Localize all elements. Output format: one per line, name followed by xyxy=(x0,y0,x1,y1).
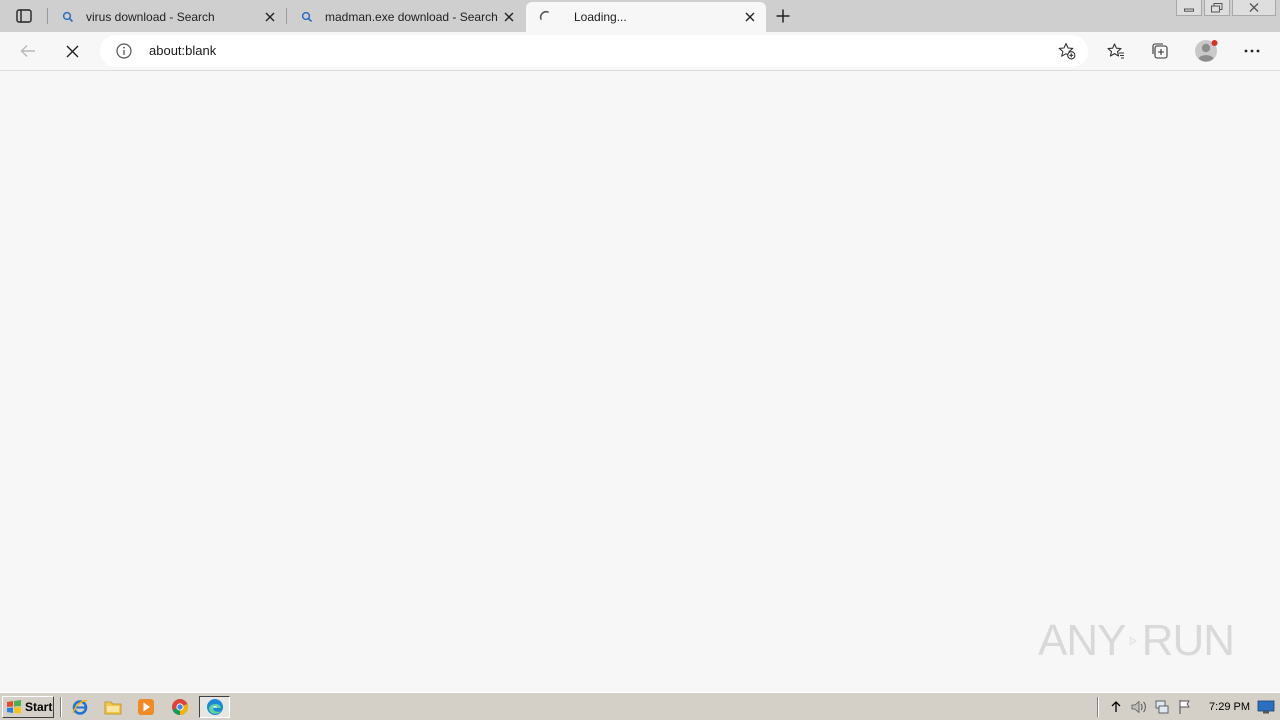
tab-actions-icon xyxy=(16,9,32,23)
system-tray: 7:29 PM xyxy=(1097,696,1250,718)
close-icon xyxy=(1249,3,1259,12)
tray-separator xyxy=(1097,697,1100,717)
tray-network[interactable] xyxy=(1152,698,1172,716)
tab-close-button[interactable] xyxy=(742,9,758,25)
play-logo-icon xyxy=(1130,636,1138,646)
avatar xyxy=(1195,40,1218,62)
close-window-button[interactable] xyxy=(1232,0,1276,16)
tray-action-center[interactable] xyxy=(1175,698,1195,716)
flag-icon xyxy=(1179,700,1190,714)
tab-virus-download[interactable]: virus download - Search xyxy=(48,2,286,32)
arrow-left-icon xyxy=(20,45,35,57)
tab-loading[interactable]: Loading... xyxy=(526,2,766,32)
close-icon xyxy=(265,12,275,22)
taskbar-separator xyxy=(60,697,62,717)
tab-title: Loading... xyxy=(574,10,627,24)
watermark-left-text: ANY xyxy=(1038,616,1126,665)
tab-actions-button[interactable] xyxy=(10,6,38,26)
edge-icon xyxy=(206,699,223,715)
chevron-up-icon xyxy=(1111,701,1121,712)
browser-toolbar xyxy=(0,32,1280,71)
start-label: Start xyxy=(25,700,53,714)
taskbar-edge[interactable] xyxy=(199,696,230,718)
restore-icon xyxy=(1211,2,1223,12)
stop-loading-button[interactable] xyxy=(58,37,86,65)
settings-more-button[interactable] xyxy=(1238,37,1266,65)
address-bar[interactable] xyxy=(100,35,1088,67)
tab-close-button[interactable] xyxy=(501,9,517,25)
minimize-icon xyxy=(1184,8,1194,12)
show-desktop-button[interactable] xyxy=(1256,698,1276,716)
search-icon xyxy=(299,9,315,25)
favorites-button[interactable] xyxy=(1102,37,1130,65)
desktop-icon xyxy=(1257,700,1275,714)
new-tab-button[interactable] xyxy=(772,6,794,26)
tab-title: madman.exe download - Search xyxy=(325,10,498,24)
tab-title: virus download - Search xyxy=(86,10,215,24)
tab-strip: virus download - Search madman.exe downl… xyxy=(0,0,1280,32)
profile-button[interactable] xyxy=(1192,37,1220,65)
close-icon xyxy=(745,12,755,22)
favorites-icon xyxy=(1107,43,1124,59)
page-content xyxy=(0,71,1280,692)
taskbar-chrome[interactable] xyxy=(168,696,192,718)
restore-button[interactable] xyxy=(1204,0,1230,16)
anyrun-watermark: ANY RUN xyxy=(1038,610,1235,672)
speaker-icon xyxy=(1131,700,1146,714)
loading-spinner-icon xyxy=(538,9,554,25)
close-icon xyxy=(66,45,78,57)
window-controls xyxy=(1174,0,1280,18)
chrome-icon xyxy=(172,699,188,715)
taskbar-file-explorer[interactable] xyxy=(101,696,125,718)
start-button[interactable]: Start xyxy=(2,696,54,718)
close-icon xyxy=(504,12,514,22)
tab-madman-download[interactable]: madman.exe download - Search xyxy=(287,2,525,32)
tray-expand-button[interactable] xyxy=(1106,698,1126,716)
taskbar-internet-explorer[interactable] xyxy=(68,696,92,718)
taskbar: Start 7:29 PM xyxy=(0,692,1280,720)
add-favorite-icon[interactable] xyxy=(1058,42,1076,60)
watermark-right-text: RUN xyxy=(1141,616,1235,665)
collections-icon xyxy=(1152,43,1168,59)
media-player-icon xyxy=(138,699,154,715)
network-icon xyxy=(1155,700,1169,714)
search-icon xyxy=(60,9,76,25)
back-button[interactable] xyxy=(14,37,42,65)
tray-volume[interactable] xyxy=(1129,698,1149,716)
windows-logo-icon xyxy=(7,700,21,714)
plus-icon xyxy=(776,9,790,23)
tab-close-button[interactable] xyxy=(262,9,278,25)
taskbar-clock[interactable]: 7:29 PM xyxy=(1209,701,1250,713)
file-explorer-icon xyxy=(104,701,122,715)
taskbar-media-player[interactable] xyxy=(134,696,158,718)
collections-button[interactable] xyxy=(1146,37,1174,65)
more-icon xyxy=(1244,49,1260,53)
internet-explorer-icon xyxy=(72,700,88,715)
url-input[interactable] xyxy=(149,35,1029,67)
minimize-button[interactable] xyxy=(1176,0,1202,16)
info-icon[interactable] xyxy=(116,43,132,59)
